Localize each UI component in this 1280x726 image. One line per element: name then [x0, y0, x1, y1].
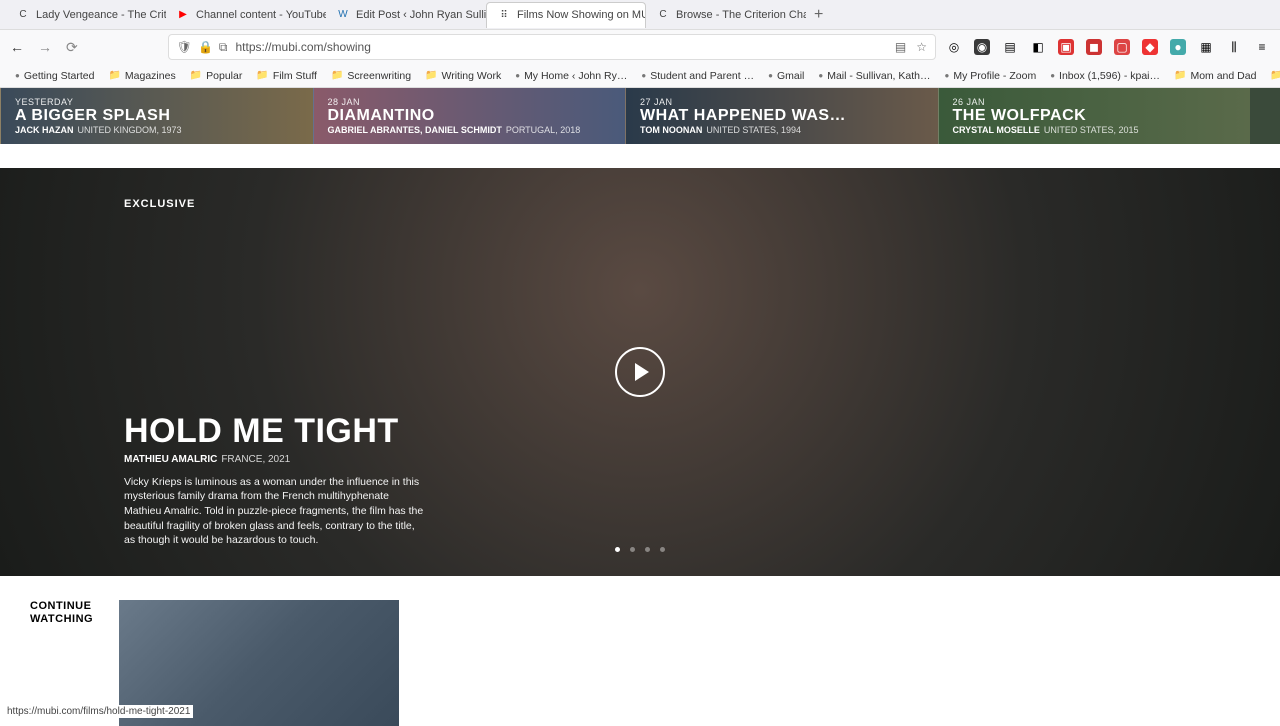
- bookmark-film-stuff[interactable]: Film Stuff: [251, 68, 322, 84]
- carousel-dot-2[interactable]: [630, 547, 635, 552]
- bookmark-magazines[interactable]: Magazines: [103, 68, 180, 84]
- bookmark-student-parent[interactable]: Student and Parent …: [636, 68, 759, 84]
- ext-icon-8[interactable]: ●: [1170, 39, 1186, 55]
- ext-icon-4[interactable]: ▣: [1058, 39, 1074, 55]
- address-bar: ← → ⟳ 🛡 🔒 ⧉ https://mubi.com/showing ▤ ☆…: [0, 30, 1280, 64]
- library-icon[interactable]: ⫼: [1226, 39, 1242, 55]
- exclusive-badge: EXCLUSIVE: [124, 198, 195, 210]
- film-meta: JACK HAZANUNITED KINGDOM, 1973: [15, 125, 299, 135]
- carousel-dot-3[interactable]: [645, 547, 650, 552]
- back-button[interactable]: ←: [10, 39, 24, 56]
- carousel-dot-4[interactable]: [660, 547, 665, 552]
- ext-icon-5[interactable]: ◼: [1086, 39, 1102, 55]
- reader-icon[interactable]: ▤: [895, 40, 906, 54]
- tab-favicon: ⠿: [497, 8, 511, 22]
- ext-icon-9[interactable]: ▦: [1198, 39, 1214, 55]
- continue-watching-section: CONTINUEWATCHING SHER: [0, 576, 1280, 726]
- film-meta: GABRIEL ABRANTES, DANIEL SCHMIDTPORTUGAL…: [328, 125, 612, 135]
- film-meta: TOM NOONANUNITED STATES, 1994: [640, 125, 924, 135]
- carousel-dots: [615, 547, 665, 552]
- bookmark-mail[interactable]: Mail - Sullivan, Kath…: [813, 68, 935, 84]
- shield-icon[interactable]: 🛡: [177, 40, 192, 55]
- tab-label: Browse - The Criterion Channel: [676, 9, 806, 21]
- film-title: THE WOLFPACK: [953, 107, 1237, 125]
- menu-icon[interactable]: ≡: [1254, 39, 1270, 55]
- tab-youtube[interactable]: ▶ Channel content - YouTube Stu ✕: [166, 2, 326, 28]
- film-card-bigger-splash[interactable]: YESTERDAY A BIGGER SPLASH JACK HAZANUNIT…: [0, 88, 313, 144]
- bookmark-star-icon[interactable]: ☆: [916, 40, 927, 54]
- hero-description: Vicky Krieps is luminous as a woman unde…: [124, 475, 424, 548]
- film-date: YESTERDAY: [15, 97, 299, 107]
- bookmark-popular[interactable]: Popular: [185, 68, 248, 84]
- tab-favicon: C: [16, 8, 30, 22]
- bookmark-mom-dad[interactable]: Mom and Dad: [1169, 68, 1261, 84]
- bookmark-screenwriting[interactable]: Screenwriting: [326, 68, 416, 84]
- tab-label: Films Now Showing on MUBI: [517, 9, 646, 21]
- film-card-what-happened[interactable]: 27 JAN WHAT HAPPENED WAS… TOM NOONANUNIT…: [625, 88, 938, 144]
- new-tab-button[interactable]: +: [806, 6, 831, 24]
- tab-favicon: ▶: [176, 8, 190, 22]
- film-date: 27 JAN: [640, 97, 924, 107]
- continue-watching-label: CONTINUEWATCHING: [30, 600, 93, 626]
- tab-favicon: W: [336, 8, 350, 22]
- url-input[interactable]: 🛡 🔒 ⧉ https://mubi.com/showing ▤ ☆: [168, 34, 936, 60]
- bookmark-getting-started[interactable]: Getting Started: [10, 68, 99, 84]
- tab-favicon: C: [656, 8, 670, 22]
- permissions-icon[interactable]: ⧉: [219, 40, 228, 55]
- film-card-wolfpack[interactable]: 26 JAN THE WOLFPACK CRYSTAL MOSELLEUNITE…: [938, 88, 1251, 144]
- tab-criterion-1[interactable]: C Lady Vengeance - The Criterion ✕: [6, 2, 166, 28]
- ext-icon-1[interactable]: ◉: [974, 39, 990, 55]
- hero-feature[interactable]: EXCLUSIVE HOLD ME TIGHT MATHIEU AMALRICF…: [0, 168, 1280, 576]
- ext-icon-7[interactable]: ◆: [1142, 39, 1158, 55]
- bookmark-inbox[interactable]: Inbox (1,596) - kpai…: [1045, 68, 1165, 84]
- url-text: https://mubi.com/showing: [236, 40, 371, 54]
- film-title: DIAMANTINO: [328, 107, 612, 125]
- film-meta: CRYSTAL MOSELLEUNITED STATES, 2015: [953, 125, 1237, 135]
- ext-icon-6[interactable]: ▢: [1114, 39, 1130, 55]
- hero-title: HOLD ME TIGHT: [124, 415, 424, 447]
- play-button[interactable]: [615, 347, 665, 397]
- tab-label: Lady Vengeance - The Criterion: [36, 9, 166, 21]
- strip-next-peek[interactable]: [1250, 88, 1280, 144]
- film-of-the-day-strip: YESTERDAY A BIGGER SPLASH JACK HAZANUNIT…: [0, 88, 1280, 144]
- bookmark-schoolwork[interactable]: Schoolwork: [1265, 68, 1280, 84]
- film-title: A BIGGER SPLASH: [15, 107, 299, 125]
- tab-label: Edit Post ‹ John Ryan Sullivan: [356, 9, 486, 21]
- film-card-diamantino[interactable]: 28 JAN DIAMANTINO GABRIEL ABRANTES, DANI…: [313, 88, 626, 144]
- hero-info: HOLD ME TIGHT MATHIEU AMALRICFRANCE, 202…: [124, 415, 424, 548]
- bookmarks-bar: Getting Started Magazines Popular Film S…: [0, 64, 1280, 88]
- reload-button[interactable]: ⟳: [66, 39, 78, 56]
- hero-meta: MATHIEU AMALRICFRANCE, 2021: [124, 454, 424, 465]
- tab-label: Channel content - YouTube Stu: [196, 9, 326, 21]
- browser-tab-bar: C Lady Vengeance - The Criterion ✕ ▶ Cha…: [0, 0, 1280, 30]
- bookmark-my-home[interactable]: My Home ‹ John Ry…: [510, 68, 632, 84]
- bookmark-writing-work[interactable]: Writing Work: [420, 68, 506, 84]
- tab-criterion-2[interactable]: C Browse - The Criterion Channel ✕: [646, 2, 806, 28]
- film-date: 26 JAN: [953, 97, 1237, 107]
- pocket-icon[interactable]: ◎: [946, 39, 962, 55]
- carousel-dot-1[interactable]: [615, 547, 620, 552]
- page-content: YESTERDAY A BIGGER SPLASH JACK HAZANUNIT…: [0, 88, 1280, 726]
- lock-icon: 🔒: [198, 40, 213, 55]
- bookmark-zoom[interactable]: My Profile - Zoom: [940, 68, 1042, 84]
- status-bar: https://mubi.com/films/hold-me-tight-202…: [4, 705, 193, 718]
- bookmark-gmail[interactable]: Gmail: [763, 68, 809, 84]
- ext-icon-2[interactable]: ▤: [1002, 39, 1018, 55]
- ext-icon-3[interactable]: ◧: [1030, 39, 1046, 55]
- film-title: WHAT HAPPENED WAS…: [640, 107, 924, 125]
- forward-button[interactable]: →: [38, 39, 52, 56]
- tab-mubi[interactable]: ⠿ Films Now Showing on MUBI ✕: [486, 2, 646, 28]
- film-date: 28 JAN: [328, 97, 612, 107]
- tab-wordpress[interactable]: W Edit Post ‹ John Ryan Sullivan ✕: [326, 2, 486, 28]
